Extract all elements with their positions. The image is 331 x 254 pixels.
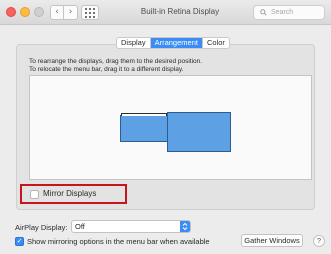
tab-arrangement[interactable]: Arrangement: [150, 38, 203, 48]
title-bar: ‹ › Built-in Retina Display Search: [0, 0, 331, 25]
help-button[interactable]: ?: [313, 235, 325, 247]
window-title: Built-in Retina Display: [140, 7, 220, 16]
menu-bar-handle[interactable]: [121, 113, 167, 116]
minimize-window-button[interactable]: [20, 7, 30, 17]
mirror-displays-label[interactable]: Mirror Displays: [43, 189, 96, 198]
forward-button[interactable]: ›: [64, 5, 78, 20]
search-icon: [260, 9, 267, 16]
show-mirroring-label[interactable]: Show mirroring options in the menu bar w…: [27, 237, 210, 246]
airplay-display-label: AirPlay Display:: [15, 223, 68, 232]
display-arrangement-area: [29, 75, 312, 180]
tab-bar: Display Arrangement Color: [116, 37, 230, 49]
show-all-button[interactable]: [81, 5, 99, 20]
airplay-display-select[interactable]: Off: [71, 220, 191, 233]
preferences-window: ‹ › Built-in Retina Display Search Displ…: [0, 0, 331, 254]
select-stepper-icon: [180, 221, 190, 232]
checkmark-icon: ✓: [16, 237, 23, 245]
close-window-button[interactable]: [6, 7, 16, 17]
search-placeholder: Search: [271, 9, 294, 16]
chevron-right-icon: ›: [68, 7, 73, 17]
chevron-left-icon: ‹: [55, 7, 59, 17]
search-field[interactable]: Search: [253, 5, 325, 20]
arrangement-instructions: To rearrange the displays, drag them to …: [29, 58, 202, 74]
show-mirroring-checkbox[interactable]: ✓: [15, 237, 24, 246]
display-thumbnail-built-in[interactable]: [120, 113, 168, 142]
back-button[interactable]: ‹: [50, 5, 64, 20]
instruction-line-1: To rearrange the displays, drag them to …: [29, 58, 203, 65]
zoom-window-button[interactable]: [34, 7, 44, 17]
display-thumbnail-external[interactable]: [167, 112, 231, 152]
tab-display[interactable]: Display: [117, 38, 151, 48]
airplay-display-value: Off: [75, 222, 85, 231]
gather-windows-button[interactable]: Gather Windows: [241, 234, 303, 247]
mirror-displays-checkbox[interactable]: [30, 190, 39, 199]
tab-color[interactable]: Color: [203, 38, 229, 48]
instruction-line-2: To relocate the menu bar, drag it to a d…: [29, 66, 184, 73]
